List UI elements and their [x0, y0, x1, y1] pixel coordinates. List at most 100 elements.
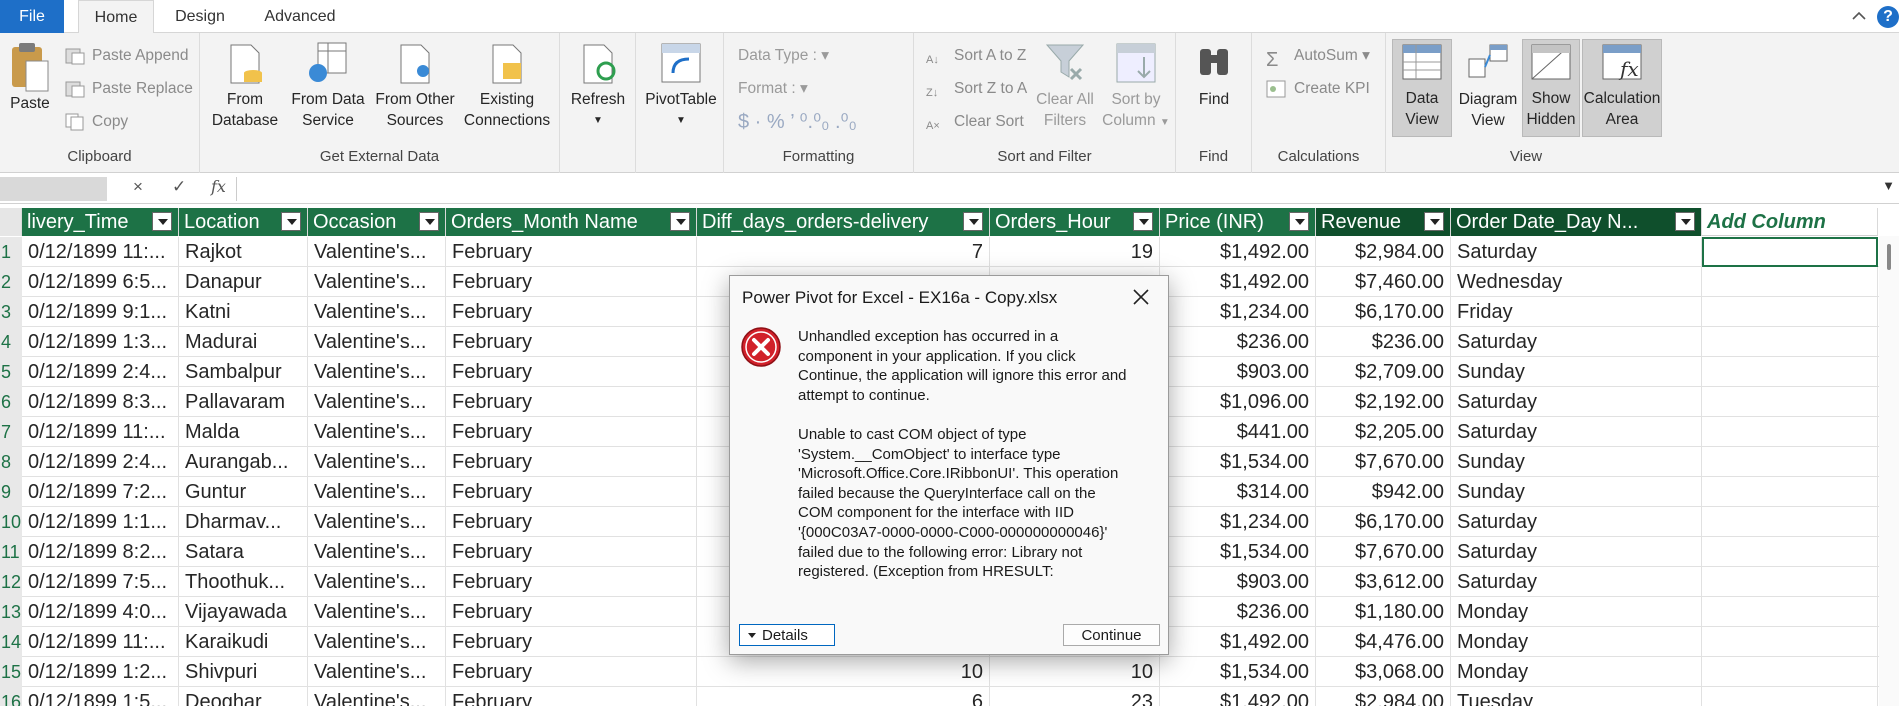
collapse-ribbon-icon[interactable] [1849, 6, 1869, 26]
cell-location[interactable]: Thoothuk... [179, 567, 308, 597]
cell-price[interactable]: $1,492.00 [1160, 267, 1316, 297]
cell-add-column[interactable] [1702, 297, 1878, 327]
cell-revenue[interactable]: $2,709.00 [1316, 357, 1451, 387]
filter-dropdown-icon[interactable] [1424, 212, 1444, 231]
cell-month[interactable]: February [446, 567, 697, 597]
tab-file[interactable]: File [0, 0, 64, 33]
cell-location[interactable]: Satara [179, 537, 308, 567]
cell-day[interactable]: Saturday [1451, 567, 1702, 597]
cell-revenue[interactable]: $942.00 [1316, 477, 1451, 507]
cell-delivery-time[interactable]: 0/12/1899 8:3... [22, 387, 179, 417]
cell-month[interactable]: February [446, 447, 697, 477]
formula-input[interactable] [236, 177, 1873, 201]
cell-price[interactable]: $903.00 [1160, 567, 1316, 597]
cell-day[interactable]: Sunday [1451, 477, 1702, 507]
cell-delivery-time[interactable]: 0/12/1899 7:5... [22, 567, 179, 597]
cell-location[interactable]: Pallavaram [179, 387, 308, 417]
row-number[interactable]: 6 [0, 387, 22, 417]
cell-add-column[interactable] [1702, 417, 1878, 447]
filter-dropdown-icon[interactable] [963, 212, 983, 231]
filter-dropdown-icon[interactable] [281, 212, 301, 231]
clear-all-filters-button[interactable]: Clear All Filters [1030, 41, 1100, 131]
tab-advanced[interactable]: Advanced [250, 0, 350, 33]
cell-revenue[interactable]: $2,192.00 [1316, 387, 1451, 417]
grid-corner[interactable] [0, 208, 22, 236]
row-number[interactable]: 2 [0, 267, 22, 297]
cell-add-column[interactable] [1702, 567, 1878, 597]
cell-price[interactable]: $236.00 [1160, 597, 1316, 627]
paste-replace-button[interactable]: Paste Replace [64, 76, 193, 102]
cell-price[interactable]: $1,096.00 [1160, 387, 1316, 417]
cell-day[interactable]: Monday [1451, 627, 1702, 657]
row-number[interactable]: 8 [0, 447, 22, 477]
cell-location[interactable]: Aurangab... [179, 447, 308, 477]
close-icon[interactable] [1128, 284, 1154, 310]
filter-dropdown-icon[interactable] [419, 212, 439, 231]
name-box[interactable] [0, 177, 107, 201]
cell-delivery-time[interactable]: 0/12/1899 6:5... [22, 267, 179, 297]
cell-occasion[interactable]: Valentine's... [308, 567, 446, 597]
cell-add-column[interactable] [1702, 627, 1878, 657]
cell-occasion[interactable]: Valentine's... [308, 237, 446, 267]
cell-price[interactable]: $903.00 [1160, 357, 1316, 387]
cell-price[interactable]: $1,534.00 [1160, 537, 1316, 567]
cell-month[interactable]: February [446, 477, 697, 507]
column-header-diff-days[interactable]: Diff_days_orders-delivery [697, 208, 990, 236]
column-header-delivery-time[interactable]: livery_Time [22, 208, 179, 236]
cell-add-column[interactable] [1702, 387, 1878, 417]
cell-month[interactable]: February [446, 267, 697, 297]
row-number[interactable]: 14 [0, 627, 22, 657]
cell-add-column[interactable] [1702, 507, 1878, 537]
pivottable-button[interactable]: PivotTable ▼ [642, 41, 720, 131]
cell-add-column[interactable] [1702, 687, 1878, 706]
cell-price[interactable]: $1,492.00 [1160, 627, 1316, 657]
cell-add-column[interactable] [1702, 477, 1878, 507]
cell-occasion[interactable]: Valentine's... [308, 267, 446, 297]
cell-revenue[interactable]: $7,670.00 [1316, 537, 1451, 567]
cell-add-column[interactable] [1702, 327, 1878, 357]
row-number[interactable]: 11 [0, 537, 22, 567]
sort-by-column-button[interactable]: Sort by Column ▼ [1100, 41, 1172, 133]
column-header-occasion[interactable]: Occasion [308, 208, 446, 236]
cell-occasion[interactable]: Valentine's... [308, 597, 446, 627]
cell-revenue[interactable]: $2,205.00 [1316, 417, 1451, 447]
cell-orders-hour[interactable]: 10 [990, 657, 1160, 687]
vertical-scrollbar[interactable] [1879, 236, 1899, 706]
data-type-dropdown[interactable]: Data Type : ▾ [738, 43, 829, 69]
scrollbar-thumb[interactable] [1887, 244, 1891, 270]
cell-revenue[interactable]: $3,612.00 [1316, 567, 1451, 597]
cell-day[interactable]: Monday [1451, 597, 1702, 627]
row-number[interactable]: 3 [0, 297, 22, 327]
cell-month[interactable]: February [446, 327, 697, 357]
row-number[interactable]: 9 [0, 477, 22, 507]
cell-price[interactable]: $1,234.00 [1160, 507, 1316, 537]
column-header-revenue[interactable]: Revenue [1316, 208, 1451, 236]
cell-price[interactable]: $1,492.00 [1160, 687, 1316, 706]
cell-month[interactable]: February [446, 417, 697, 447]
cell-location[interactable]: Malda [179, 417, 308, 447]
existing-connections-button[interactable]: Existing Connections [462, 41, 552, 131]
add-column-header[interactable]: Add Column [1702, 208, 1878, 236]
row-number[interactable]: 5 [0, 357, 22, 387]
cell-delivery-time[interactable]: 0/12/1899 2:4... [22, 447, 179, 477]
cell-month[interactable]: February [446, 597, 697, 627]
row-number[interactable]: 1 [0, 237, 22, 267]
cell-occasion[interactable]: Valentine's... [308, 327, 446, 357]
cell-day[interactable]: Monday [1451, 657, 1702, 687]
copy-button[interactable]: Copy [64, 109, 128, 135]
cell-price[interactable]: $236.00 [1160, 327, 1316, 357]
cell-add-column[interactable] [1702, 597, 1878, 627]
cell-location[interactable]: Rajkot [179, 237, 308, 267]
cell-month[interactable]: February [446, 537, 697, 567]
cell-add-column[interactable] [1702, 357, 1878, 387]
create-kpi-button[interactable]: Create KPI [1266, 76, 1370, 102]
filter-dropdown-icon[interactable] [670, 212, 690, 231]
cell-delivery-time[interactable]: 0/12/1899 9:1... [22, 297, 179, 327]
column-header-order-day[interactable]: Order Date_Day N... [1451, 208, 1702, 236]
cell-day[interactable]: Saturday [1451, 417, 1702, 447]
cell-delivery-time[interactable]: 0/12/1899 1:1... [22, 507, 179, 537]
row-number[interactable]: 15 [0, 657, 22, 687]
cell-day[interactable]: Sunday [1451, 447, 1702, 477]
cell-location[interactable]: Shivpuri [179, 657, 308, 687]
paste-append-button[interactable]: Paste Append [64, 43, 189, 69]
